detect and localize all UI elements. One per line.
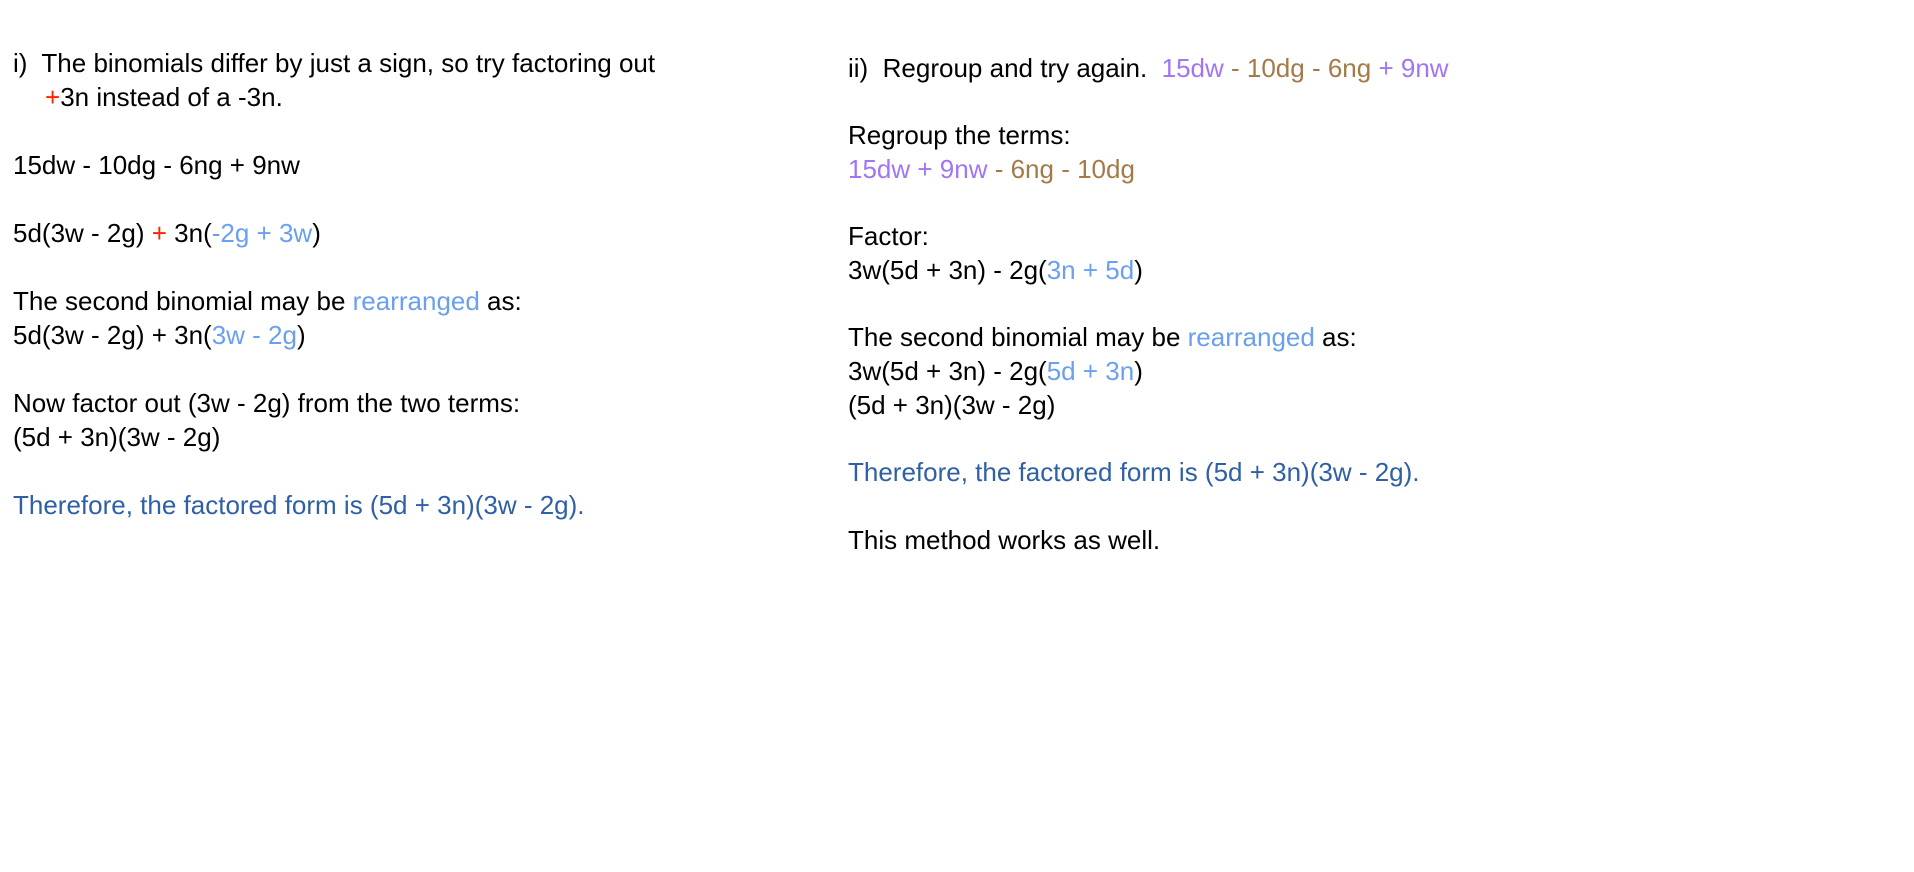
closing-paren: ) bbox=[312, 218, 321, 248]
rearrange-text: The second binomial may be bbox=[848, 322, 1188, 352]
factored-step: 3w(5d + 3n) - 2g(3n + 5d) bbox=[848, 253, 1143, 287]
rearranged-word: rearranged bbox=[1187, 322, 1315, 352]
term-15dw: 15dw bbox=[1161, 53, 1224, 83]
plus-sign: + bbox=[151, 218, 167, 248]
original-expression: 15dw - 10dg - 6ng + 9nw bbox=[13, 150, 300, 180]
minus-sign: - bbox=[987, 154, 1011, 184]
intro-text: ii) Regroup and try again. bbox=[848, 53, 1162, 83]
plus-sign: + bbox=[45, 82, 61, 112]
rearranged-step: 5d(3w - 2g) + 3n(3w - 2g) bbox=[13, 318, 306, 352]
term-prefix: 3w(5d + 3n) - 2g( bbox=[848, 356, 1047, 386]
binomial-highlight: -2g + 3w bbox=[211, 218, 313, 248]
term-3n: 3n( bbox=[166, 218, 212, 248]
term-prefix: 3w(5d + 3n) - 2g( bbox=[848, 255, 1047, 285]
terms-dg-ng: 10dg - 6ng bbox=[1246, 53, 1372, 83]
rearrange-statement: The second binomial may be rearranged as… bbox=[848, 320, 1357, 354]
rearranged-word: rearranged bbox=[352, 286, 480, 316]
closing-paren: ) bbox=[296, 320, 306, 350]
binomial-highlight: 5d + 3n bbox=[1046, 356, 1135, 386]
binomial-highlight: 3n + 5d bbox=[1046, 255, 1135, 285]
term-9nw: 9nw bbox=[1400, 53, 1449, 83]
plus-sign: + bbox=[1371, 53, 1401, 83]
binomial-highlight: 3w - 2g bbox=[211, 320, 297, 350]
method-one-conclusion: Therefore, the factored form is (5d + 3n… bbox=[13, 490, 585, 520]
g-terms: 6ng - 10dg bbox=[1010, 154, 1135, 184]
term-prefix: 5d(3w - 2g) + 3n( bbox=[13, 320, 212, 350]
method-two-intro: ii) Regroup and try again. 15dw - 10dg -… bbox=[848, 51, 1449, 85]
rearrange-text: The second binomial may be bbox=[13, 286, 353, 316]
regroup-label: Regroup the terms: bbox=[848, 120, 1071, 150]
rearrange-text-end: as: bbox=[1314, 322, 1357, 352]
closing-paren: ) bbox=[1134, 255, 1143, 285]
intro-text-continued: 3n instead of a -3n. bbox=[60, 82, 283, 112]
term-5d: 5d(3w - 2g) bbox=[13, 218, 152, 248]
rearrange-text-end: as: bbox=[479, 286, 522, 316]
factor-out-statement: Now factor out (3w - 2g) from the two te… bbox=[13, 388, 521, 418]
method-two-conclusion: Therefore, the factored form is (5d + 3n… bbox=[848, 457, 1420, 487]
intro-text: i) The binomials differ by just a sign, … bbox=[13, 48, 656, 78]
first-factoring-step: 5d(3w - 2g) + 3n(-2g + 3w) bbox=[13, 216, 321, 250]
method-one-intro-line1: i) The binomials differ by just a sign, … bbox=[13, 46, 655, 80]
method-one-intro-line2: +3n instead of a -3n. bbox=[13, 80, 283, 114]
closing-remark: This method works as well. bbox=[848, 525, 1161, 555]
closing-paren: ) bbox=[1134, 356, 1143, 386]
rearranged-step: 3w(5d + 3n) - 2g(5d + 3n) bbox=[848, 354, 1143, 388]
factored-result: (5d + 3n)(3w - 2g) bbox=[848, 390, 1056, 420]
w-terms: 15dw + 9nw bbox=[848, 154, 988, 184]
factored-result: (5d + 3n)(3w - 2g) bbox=[13, 422, 221, 452]
factor-label: Factor: bbox=[848, 221, 929, 251]
regrouped-expression: 15dw + 9nw - 6ng - 10dg bbox=[848, 152, 1135, 186]
minus-sign: - bbox=[1223, 53, 1247, 83]
rearrange-statement: The second binomial may be rearranged as… bbox=[13, 284, 522, 318]
